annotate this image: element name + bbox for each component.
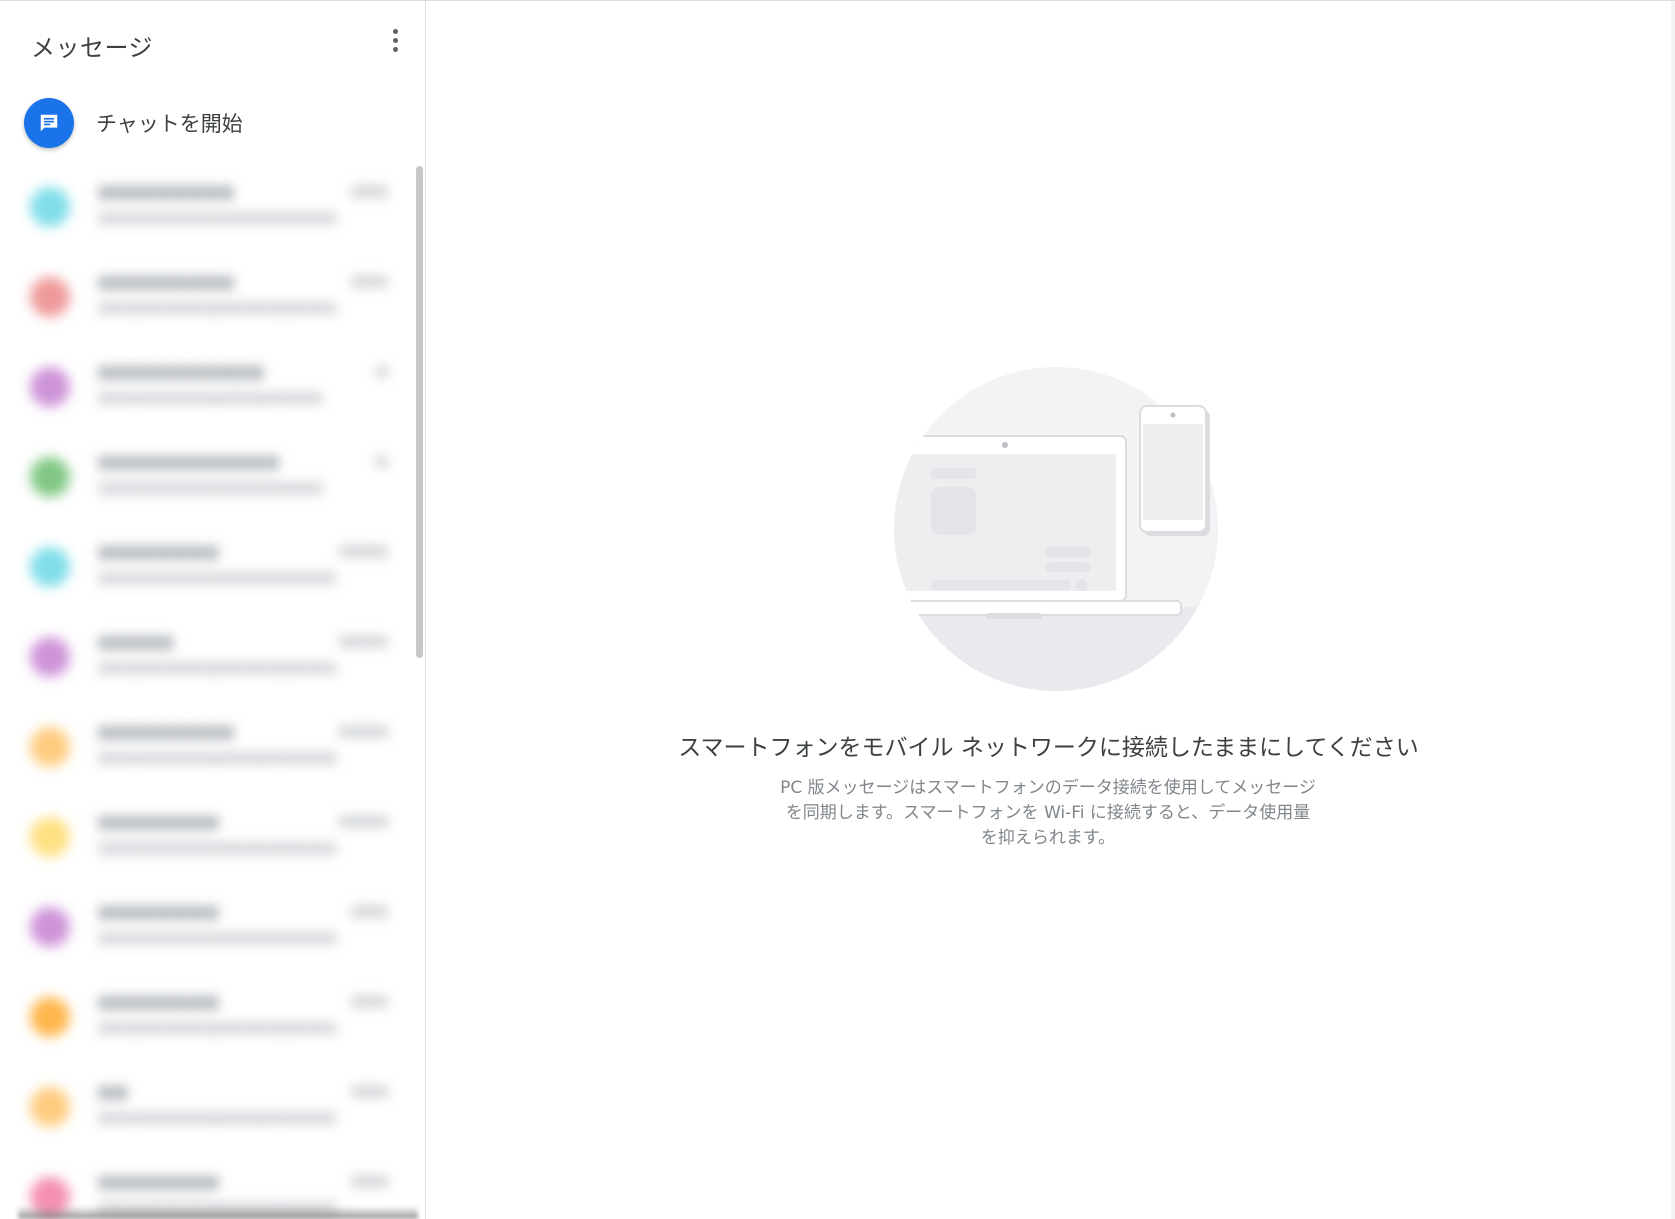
more-vert-icon-dot: [392, 46, 398, 52]
messages-app: メッセージ チャットを開始 ■■■■■■■■■ ■■■ ■■■■■■■■■■■■■■…: [0, 0, 1675, 1219]
conversation-snippet: ■■■■■■■■■■■■■■■■■■■: [98, 1020, 338, 1036]
conversation-name: ■■■■■■■■■: [98, 272, 235, 291]
conversation-time: ■■■: [351, 1174, 388, 1189]
start-chat-button[interactable]: チャットを開始: [24, 97, 243, 149]
conversation-snippet: ■■■■■■■■■■■■■■■■■: [98, 390, 323, 406]
conversation-item[interactable]: ■■ ■■■ ■■■■■■■■■■■■■■■■■■: [18, 1066, 418, 1156]
avatar: [30, 637, 70, 677]
conversation-time: ■: [375, 454, 388, 469]
avatar: [30, 817, 70, 857]
avatar: [30, 997, 70, 1037]
conversation-name: ■■■■■■■■: [98, 902, 219, 921]
conversation-item[interactable]: ■■■■■■■■■■■■■■■■■■■■■■■■■■■■■■■: [18, 796, 418, 886]
start-chat-label: チャットを開始: [96, 112, 243, 136]
conversation-item[interactable]: ■■■■■■■■■■■■■■■■■■■■■■■■■■■■■■: [18, 526, 418, 616]
avatar: [30, 277, 70, 317]
conversation-time: ■■■■: [338, 634, 388, 649]
conversation-name: ■■■■■■■■■■■■: [98, 452, 280, 471]
conversation-scrollbar-thumb[interactable]: [416, 166, 423, 658]
avatar: [30, 547, 70, 587]
conversation-time: ■■■■: [338, 544, 388, 559]
avatar: [30, 187, 70, 227]
conversation-name: ■■■■■■■■■: [98, 722, 235, 741]
app-title: メッセージ: [31, 34, 154, 62]
conversation-name: ■■■■■■■■: [98, 542, 219, 561]
laptop-phone-illustration-icon: [894, 367, 1218, 691]
main-title: スマートフォンをモバイル ネットワークに接続したままにしてください: [678, 735, 1419, 761]
avatar: [30, 457, 70, 497]
conversation-time: ■: [375, 364, 388, 379]
avatar: [30, 367, 70, 407]
conversation-name: ■■■■■■■■■■■: [98, 362, 265, 381]
conversation-name: ■■■■■■■■■: [98, 182, 235, 201]
conversation-item[interactable]: ■■■■■■■■■■■■■■■■■■■■■■■■■■■■■■: [18, 886, 418, 976]
avatar: [30, 1087, 70, 1127]
more-vert-icon-dot: [392, 37, 398, 43]
conversation-snippet: ■■■■■■■■■■■■■■■■■■■: [98, 930, 338, 946]
main-description: PC 版メッセージはスマートフォンのデータ接続を使用してメッセージを同期します。…: [780, 778, 1316, 848]
conversation-snippet: ■■■■■■■■■■■■■■■■■■■: [98, 210, 338, 226]
conversation-snippet: ■■■■■■■■■■■■■■■■■■: [98, 1110, 337, 1126]
conversation-name: ■■■■■: [98, 632, 174, 651]
conversation-time: ■■■■: [338, 724, 388, 739]
conversation-name: ■■: [98, 1082, 129, 1101]
sidebar: メッセージ チャットを開始 ■■■■■■■■■ ■■■ ■■■■■■■■■■■■■■…: [0, 1, 426, 1219]
main-panel: スマートフォンをモバイル ネットワークに接続したままにしてください PC 版メッ…: [426, 1, 1672, 1219]
conversation-name: ■■■■■■■■: [98, 812, 219, 831]
sidebar-header: メッセージ: [0, 1, 425, 87]
conversation-item[interactable]: ■■■■■■■■■■■■■■■■■■■■■■■■■■■■■■: [18, 436, 418, 526]
conversation-item[interactable]: ■■■■■■■■■■■ ■ ■■■■■■■■■■■■■■■■■: [18, 346, 418, 436]
avatar: [30, 907, 70, 947]
conversation-snippet: ■■■■■■■■■■■■■■■■■■■: [98, 840, 338, 856]
conversation-time: ■■■: [351, 994, 388, 1009]
conversation-name: ■■■■■■■■: [98, 992, 219, 1011]
conversation-snippet: ■■■■■■■■■■■■■■■■■■■: [98, 660, 338, 676]
conversation-snippet: ■■■■■■■■■■■■■■■■■: [98, 480, 323, 496]
conversation-item[interactable]: ■■■■■ ■■■■ ■■■■■■■■■■■■■■■■■■■: [18, 616, 418, 706]
conversation-time: ■■■: [351, 274, 388, 289]
conversation-item[interactable]: ■■■■■■■■■ ■■■■ ■■■■■■■■■■■■■■■■■■■: [18, 706, 418, 796]
conversation-item[interactable]: ■■■■■■■■■■■■■■■■■■■■■■■■■■■■■■■: [18, 256, 418, 346]
conversation-time: ■■■: [351, 904, 388, 919]
conversation-snippet: ■■■■■■■■■■■■■■■■■■■: [98, 750, 338, 766]
conversation-snippet: ■■■■■■■■■■■■■■■■■■■: [98, 300, 338, 316]
more-vert-icon: [392, 28, 398, 34]
conversation-item[interactable]: ■■■■■■■■■■■■■■■■■■■■■■■■■■■■■■■: [18, 166, 418, 256]
more-options-button[interactable]: [380, 23, 410, 57]
conversation-item[interactable]: ■■■■■■■■■■■■■■■■■■■■■■■■■■■■■■: [18, 976, 418, 1066]
window-right-edge: [1671, 1, 1675, 1219]
conversation-list: ■■■■■■■■■ ■■■ ■■■■■■■■■■■■■■■■■■■ ■■■■■■■■■…: [18, 166, 418, 1219]
list-bottom-shadow: [18, 1206, 418, 1219]
start-chat-fab[interactable]: [24, 98, 74, 148]
conversation-time: ■■■■: [338, 814, 388, 829]
conversation-name: ■■■■■■■■: [98, 1172, 219, 1191]
conversation-snippet: ■■■■■■■■■■■■■■■■■■: [98, 570, 337, 586]
conversation-time: ■■■: [351, 1084, 388, 1099]
conversation-time: ■■■: [351, 184, 388, 199]
avatar: [30, 727, 70, 767]
chat-icon: [40, 114, 58, 132]
